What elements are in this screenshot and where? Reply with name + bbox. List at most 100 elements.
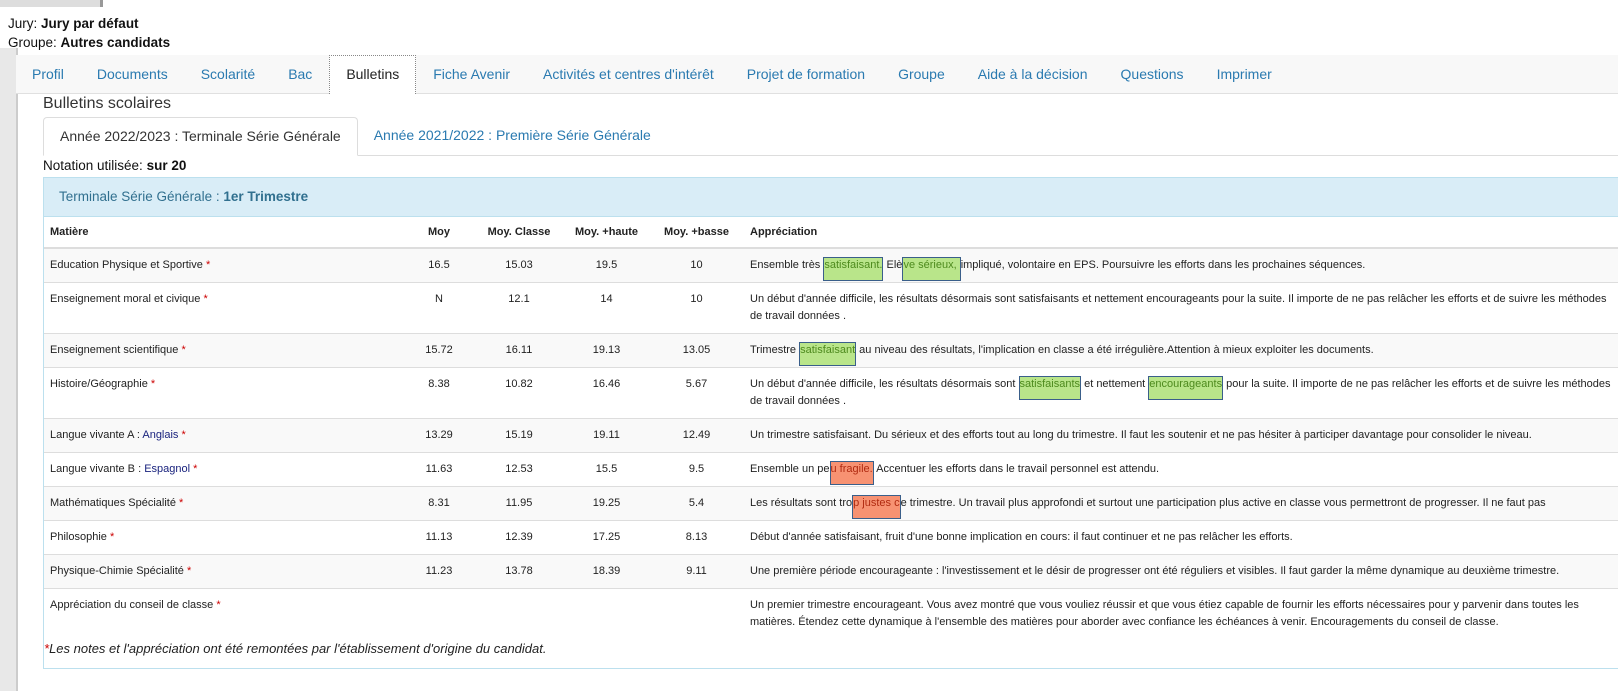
appreciation-text: Un premier trimestre encourageant. Vous … [750, 599, 1579, 628]
appreciation-text: Trimestre [750, 344, 800, 356]
haute-cell: 14 [564, 282, 649, 334]
haute-cell: 19.5 [564, 247, 649, 283]
classe-cell: 13.78 [474, 554, 564, 589]
appreciation-cell: Les résultats sont trop justes ce trimes… [744, 486, 1618, 521]
grades-table: Matière Moy Moy. Classe Moy. +haute Moy.… [44, 217, 1618, 639]
footnote: *Les notes et l'appréciation ont été rem… [44, 639, 1618, 656]
haute-cell: 18.39 [564, 554, 649, 589]
subject-name: Histoire/Géographie [50, 378, 148, 390]
classe-cell: 15.19 [474, 418, 564, 453]
subject-name: Education Physique et Sportive [50, 259, 203, 271]
notation-value: sur 20 [146, 158, 187, 173]
tab-aide-a-la-decision[interactable]: Aide à la décision [962, 55, 1104, 93]
appreciation-cell: Un début d'année difficile, les résultat… [744, 282, 1618, 334]
haute-cell: 17.25 [564, 520, 649, 555]
table-row: Physique-Chimie Spécialité * 11.23 13.78 18… [44, 554, 1618, 589]
basse-cell: 8.13 [649, 520, 744, 555]
tab-documents[interactable]: Documents [81, 55, 184, 93]
star-marker: * [181, 429, 186, 441]
tab-imprimer[interactable]: Imprimer [1201, 55, 1288, 93]
tab-groupe[interactable]: Groupe [882, 55, 961, 93]
haute-cell: 19.25 [564, 486, 649, 521]
tab-activites-et-centres-d-interet[interactable]: Activités et centres d'intérêt [527, 55, 730, 93]
tab-year-2022-2023[interactable]: Année 2022/2023 : Terminale Série Généra… [43, 117, 358, 156]
appreciation-cell: Une première période encourageante : l'i… [744, 554, 1618, 589]
classe-cell: 12.53 [474, 452, 564, 487]
moy-cell: 11.23 [404, 554, 474, 589]
appreciation-cell: Un début d'année difficile, les résultat… [744, 367, 1618, 419]
appreciation-text: e trimestre. Un travail plus approfondi … [900, 497, 1546, 509]
subject-cell: Philosophie * [44, 520, 404, 555]
table-row: Langue vivante A : Anglais * 13.29 15.19 19… [44, 418, 1618, 453]
tab-questions[interactable]: Questions [1105, 55, 1200, 93]
language-name: Espagnol [144, 463, 191, 475]
left-border [0, 48, 18, 691]
tab-fiche-avenir[interactable]: Fiche Avenir [417, 55, 526, 93]
haute-cell [564, 588, 649, 639]
subject-name: Philosophie [50, 531, 107, 543]
subject-cell: Enseignement scientifique * [44, 333, 404, 368]
highlight-red: u fragile. [829, 461, 874, 485]
star-marker: * [181, 344, 186, 356]
moy-cell: N [404, 282, 474, 334]
appreciation-cell: Ensemble un peu fragile. Accentuer les e… [744, 452, 1618, 487]
classe-cell: 11.95 [474, 486, 564, 521]
basse-cell: 5.4 [649, 486, 744, 521]
basse-cell: 13.05 [649, 333, 744, 368]
moy-cell: 8.38 [404, 367, 474, 419]
section-title: Bulletins scolaires [43, 95, 172, 112]
table-row: Enseignement moral et civique * N 12.1 14 10… [44, 282, 1618, 334]
tab-projet-de-formation[interactable]: Projet de formation [731, 55, 881, 93]
appreciation-text: Les résultats sont tro [750, 497, 853, 509]
appreciation-cell: Ensemble très satisfaisant. Elève sérieu… [744, 247, 1618, 283]
subject-name: Mathématiques Spécialité [50, 497, 176, 509]
highlight-green: satisfaisant. [823, 257, 884, 281]
col-matiere: Matière [44, 217, 404, 249]
appreciation-text: Début d'année satisfaisant, fruit d'une … [750, 531, 1293, 543]
subject-cell: Mathématiques Spécialité * [44, 486, 404, 521]
window-edge [0, 0, 103, 7]
table-row: Enseignement scientifique * 15.72 16.11 19.… [44, 333, 1618, 368]
appreciation-cell: Trimestre satisfaisant au niveau des rés… [744, 333, 1618, 368]
table-row: Education Physique et Sportive * 16.5 15.0… [44, 247, 1618, 283]
subject-cell: Enseignement moral et civique * [44, 282, 404, 334]
tab-bulletins[interactable]: Bulletins [329, 55, 417, 94]
tab-year-2021-2022[interactable]: Année 2021/2022 : Première Série Général… [358, 117, 667, 155]
moy-cell: 15.72 [404, 333, 474, 368]
table-row: Mathématiques Spécialité * 8.31 11.95 19.25… [44, 486, 1618, 521]
basse-cell: 10 [649, 282, 744, 334]
subject-cell: Appréciation du conseil de classe * [44, 588, 404, 639]
tab-bac[interactable]: Bac [272, 55, 328, 93]
highlight-green: satisfaisant [799, 342, 857, 366]
subject-name: Physique-Chimie Spécialité [50, 565, 184, 577]
haute-cell: 19.11 [564, 418, 649, 453]
table-row: Histoire/Géographie * 8.38 10.82 16.46 5.67 U… [44, 367, 1618, 419]
appreciation-cell: Début d'année satisfaisant, fruit d'une … [744, 520, 1618, 555]
appreciation-text: au niveau des résultats, l'implication e… [856, 344, 1374, 356]
bulletin-panel: Terminale Série Générale : 1er Trimestre… [43, 177, 1618, 669]
moy-cell: 16.5 [404, 247, 474, 283]
subject-name: Langue vivante A : [50, 429, 143, 441]
notation: Notation utilisée: sur 20 [43, 158, 186, 173]
basse-cell: 9.11 [649, 554, 744, 589]
classe-cell: 16.11 [474, 333, 564, 368]
appreciation-text: Elè [883, 259, 903, 271]
appreciation-text: Une première période encourageante : l'i… [750, 565, 1560, 577]
appreciation-text: Accentuer les efforts dans le travail pe… [873, 463, 1160, 475]
star-marker: * [203, 293, 208, 305]
groupe-value: Autres candidats [60, 35, 171, 50]
col-moy-basse: Moy. +basse [649, 217, 744, 249]
col-appreciation: Appréciation [744, 217, 1618, 249]
tab-profil[interactable]: Profil [16, 55, 80, 93]
subject-name: Langue vivante B : [50, 463, 145, 475]
appreciation-text: Ensemble un pe [750, 463, 830, 475]
panel-heading: Terminale Série Générale : 1er Trimestre [44, 178, 1618, 217]
tab-scolarite[interactable]: Scolarité [185, 55, 271, 93]
star-marker: * [186, 565, 192, 577]
appreciation-cell: Un trimestre satisfaisant. Du sérieux et… [744, 418, 1618, 453]
basse-cell: 12.49 [649, 418, 744, 453]
star-marker: * [150, 378, 156, 390]
highlight-red: p justes c [852, 495, 901, 519]
haute-cell: 15.5 [564, 452, 649, 487]
footnote-text: Les notes et l'appréciation ont été remo… [49, 641, 547, 656]
